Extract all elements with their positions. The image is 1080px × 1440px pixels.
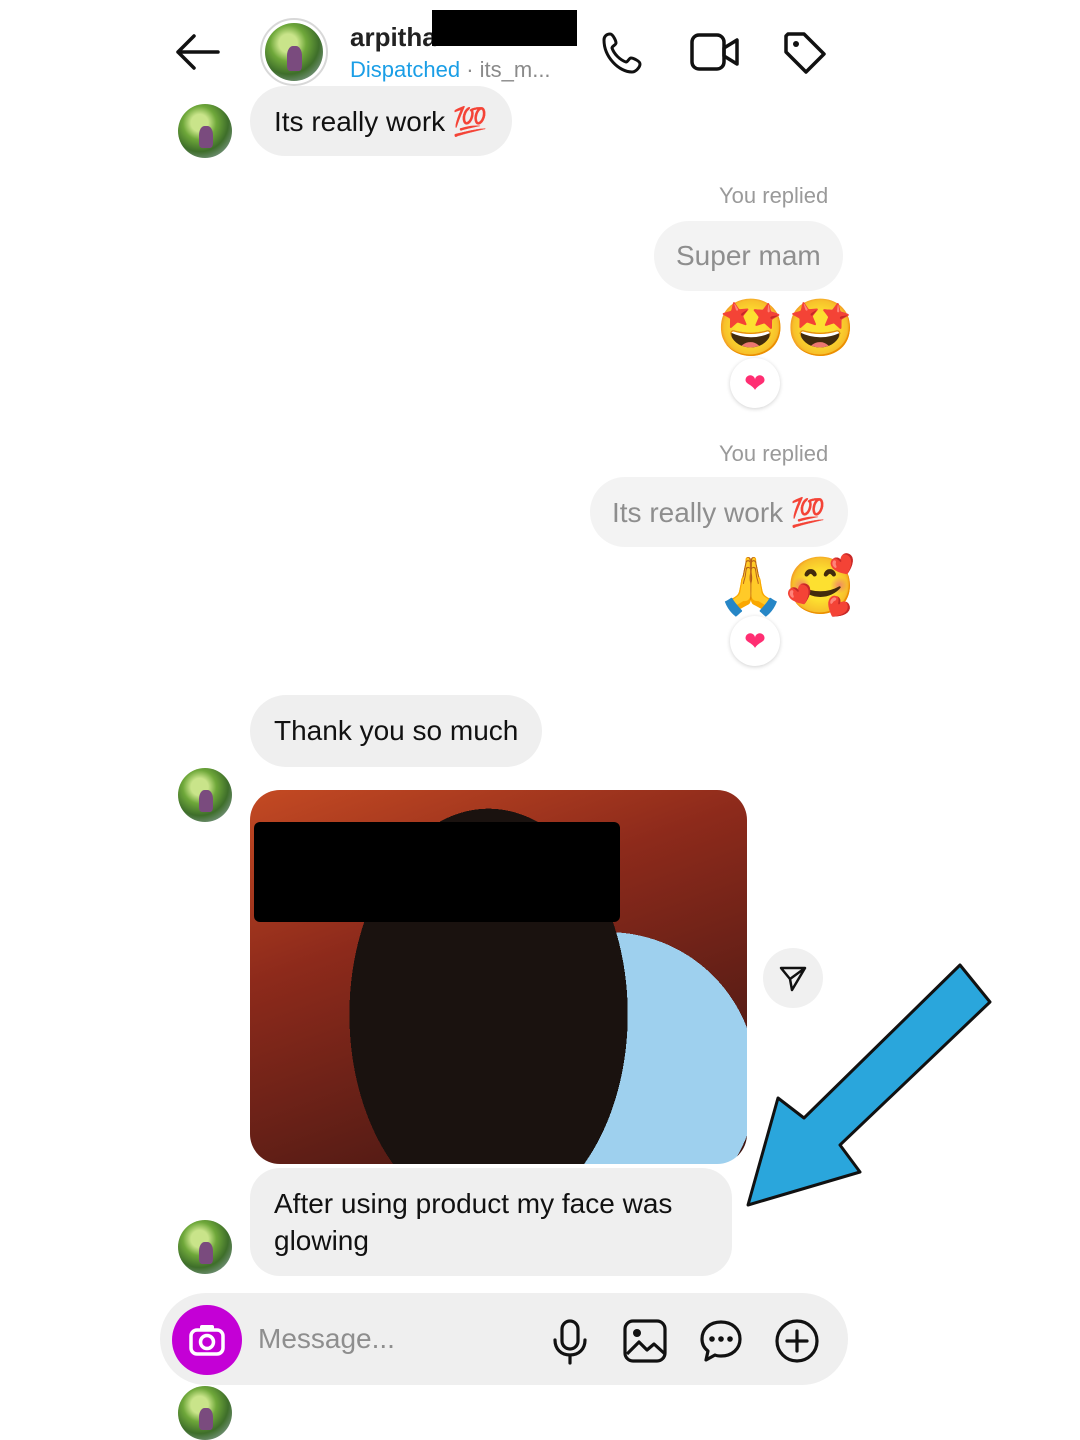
tag-icon [784,32,826,74]
gallery-button[interactable] [622,1318,668,1364]
heart-reaction[interactable]: ❤ [730,616,780,666]
handle-label: its_m... [479,57,551,82]
message-text: Thank you so much [274,715,519,746]
emoji-message[interactable]: 🙏🥰 [716,558,855,614]
profile-avatar[interactable] [260,18,328,86]
heart-icon: ❤ [744,625,766,656]
arrow-left-icon [176,34,220,70]
redaction-box [254,822,620,922]
contact-name[interactable]: arpitha [350,22,437,53]
microphone-icon [553,1319,587,1365]
message-text: Its really work 💯 [274,105,488,137]
replied-to-bubble[interactable]: Its really work 💯 [590,477,848,547]
emoji-message[interactable]: 🤩🤩 [716,300,855,356]
camera-icon [189,1325,225,1356]
replied-to-bubble[interactable]: Super mam [654,221,843,291]
contact-status: Dispatched · its_m... [350,57,551,83]
sender-avatar [178,1386,232,1440]
sender-avatar [178,104,232,158]
replied-to-text: Its really work 💯 [612,496,826,528]
replied-to-text: Super mam [676,240,821,271]
video-call-button[interactable] [688,30,742,74]
voice-message-button[interactable] [550,1318,590,1366]
status-label: Dispatched [350,57,461,82]
you-replied-label: You replied [719,441,829,466]
video-icon [690,33,739,71]
status-separator: · [460,57,480,82]
message-bubble[interactable]: Thank you so much [250,695,543,767]
sender-avatar [178,768,232,822]
message-text: After using product my face was glowing [274,1188,673,1256]
annotation-arrow [746,963,992,1207]
heart-icon: ❤ [744,367,766,398]
plus-circle-icon [775,1319,819,1363]
label-button[interactable] [780,28,828,76]
image-icon [623,1319,667,1363]
redaction-box [432,10,577,46]
more-options-button[interactable] [774,1318,820,1364]
sticker-button[interactable] [698,1318,744,1364]
camera-button[interactable] [172,1305,242,1375]
message-bubble[interactable]: After using product my face was glowing [250,1168,732,1276]
chat-bubble-icon [700,1320,742,1362]
you-replied-label: You replied [719,183,829,208]
message-input[interactable]: Message... [258,1323,395,1355]
sender-avatar [178,1220,232,1274]
back-button[interactable] [172,30,222,74]
phone-icon [602,32,642,74]
message-bubble[interactable]: Its really work 💯 [250,86,512,156]
heart-reaction[interactable]: ❤ [730,358,780,408]
voice-call-button[interactable] [600,28,648,76]
